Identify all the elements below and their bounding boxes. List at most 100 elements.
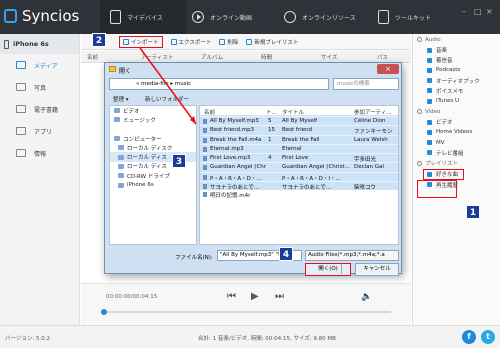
device-name: iPhone 6s <box>13 40 49 48</box>
iphone-icon <box>4 39 9 49</box>
column-header[interactable]: パス <box>377 53 388 61</box>
device-header[interactable]: iPhone 6s <box>0 34 79 54</box>
facebook-icon[interactable]: f <box>462 330 476 344</box>
delete-label: 削除 <box>227 39 239 46</box>
rp-item-mv[interactable]: MV <box>413 138 500 148</box>
sidebar-item-info[interactable]: 情報 <box>0 142 79 164</box>
import-icon <box>123 38 129 45</box>
rp-item-home-videos[interactable]: Home Videos <box>413 127 500 137</box>
nav-toolkit[interactable]: ツールキット <box>378 0 448 34</box>
audio-file-icon <box>203 192 207 198</box>
column-header[interactable]: サイズ <box>321 53 337 61</box>
file-row[interactable]: サヨナラのあとで... サヨナラのあとで... 柴咲コウ <box>200 181 398 191</box>
dialog-command-bar: 整理 ▾ 新しいフォルダー <box>109 93 399 104</box>
column-header[interactable]: 時間 <box>261 53 272 61</box>
nav-tree-label: ミュージック <box>123 117 156 124</box>
maximize-icon[interactable]: □ <box>474 8 482 16</box>
file-cell-artist: Laura Welsh <box>354 136 388 143</box>
address-bar[interactable]: « media-file ▸ music <box>109 78 329 90</box>
import-button[interactable]: インポート <box>119 35 163 48</box>
audio-file-icon <box>203 137 207 143</box>
export-button[interactable]: エクスポート <box>170 38 211 46</box>
file-row[interactable]: Guardian Angel (Chr... Guardian Angel (Ch… <box>200 162 398 172</box>
highlight-playlist <box>417 180 457 198</box>
rp-item-tv-shows[interactable]: テレビ番組 <box>413 148 500 158</box>
organize-button[interactable]: 整理 ▾ <box>113 95 129 103</box>
nav-tree-item[interactable]: コンピューター <box>110 134 196 143</box>
itunes-u-icon <box>427 98 432 104</box>
volume-icon[interactable]: 🔈 <box>361 292 372 302</box>
nav-tree-item[interactable]: iPhone 6s <box>110 180 196 189</box>
computer-icon <box>114 136 120 142</box>
play-button-icon[interactable]: ▶ <box>251 292 261 302</box>
playlist-section-header[interactable]: プレイリスト <box>413 158 500 169</box>
twitter-icon[interactable]: t <box>481 330 495 344</box>
rp-item-audiobooks[interactable]: オーディオブック <box>413 76 500 86</box>
next-icon[interactable]: ⏭ <box>275 292 285 302</box>
nav-tree-item[interactable]: ローカル ディスク <box>110 143 196 152</box>
column-header[interactable]: 名前 <box>204 108 215 116</box>
new-playlist-label: 新規プレイリスト <box>254 39 299 46</box>
file-row[interactable]: P・A・R・A・D・... P・A・R・A・D・I・... <box>200 171 398 182</box>
rp-item-music[interactable]: 音楽 <box>413 45 500 55</box>
file-row[interactable]: Eternal.mp3 Eternal <box>200 143 398 154</box>
nav-tree-label: iPhone 6s <box>127 182 154 189</box>
video-folder-icon <box>114 108 120 114</box>
sidebar-item-media[interactable]: メディア <box>0 54 79 76</box>
nav-tree-item[interactable]: CD-RW ドライブ <box>110 171 196 180</box>
audio-section-header[interactable]: Audio <box>413 34 500 45</box>
nav-my-device[interactable]: マイデバイス <box>100 0 186 34</box>
new-playlist-button[interactable]: 新規プレイリスト <box>246 38 298 46</box>
toolkit-icon <box>378 10 389 24</box>
file-row[interactable]: First Love.mp3 4 First Love 宇多田光 <box>200 153 398 163</box>
file-row[interactable]: Best friend.mp3 15 Best friend ファンキーモン <box>200 125 398 135</box>
rp-item-favorites[interactable]: 好きな曲 <box>423 168 464 180</box>
voice-memo-icon <box>427 88 432 94</box>
nav-online-video[interactable]: オンライン動画 <box>192 0 278 34</box>
delete-button[interactable]: 削除 <box>219 38 238 46</box>
cancel-button[interactable]: キャンセル <box>355 263 399 276</box>
audio-file-icon <box>203 156 207 162</box>
sidebar-item-photos[interactable]: 写真 <box>0 76 79 98</box>
nav-online-resources-label: オンラインリソース <box>302 14 356 22</box>
chevron-down-icon[interactable] <box>341 264 350 274</box>
rp-item-label: 音楽 <box>436 48 448 55</box>
column-header[interactable]: アルバム <box>201 53 223 61</box>
video-section-label: Video <box>425 108 441 115</box>
file-row[interactable]: 明日の記憶.m4r <box>200 190 398 199</box>
file-cell-track: 15 <box>268 127 275 134</box>
rp-item-videos[interactable]: ビデオ <box>413 117 500 127</box>
minimize-icon[interactable]: – <box>462 8 470 16</box>
open-file-dialog: 開く × « media-file ▸ music musicの検索 整理 ▾ … <box>104 62 402 276</box>
column-header[interactable]: タイトル <box>282 108 304 116</box>
sidebar-item-apps[interactable]: アプリ <box>0 120 79 142</box>
file-cell-title: Guardian Angel (Christ... <box>282 164 350 171</box>
rp-item-voice-memos[interactable]: ボイスメモ <box>413 86 500 96</box>
column-header[interactable]: 名前 <box>87 53 98 61</box>
rp-item-itunes-u[interactable]: iTunes U <box>413 96 500 106</box>
search-input[interactable]: musicの検索 <box>333 78 399 90</box>
close-icon[interactable]: × <box>486 8 494 16</box>
file-row[interactable]: All By Myself.mp3 5 All By Myself Céline Di… <box>200 116 398 126</box>
rp-item-ringtones[interactable]: 着信音 <box>413 55 500 65</box>
progress-knob[interactable] <box>101 309 107 315</box>
sidebar-item-ebooks[interactable]: 電子書籍 <box>0 98 79 120</box>
new-folder-button[interactable]: 新しいフォルダー <box>145 95 189 103</box>
nav-tree-item[interactable]: ミュージック <box>110 115 196 124</box>
dialog-close-button[interactable]: × <box>377 64 399 74</box>
filetype-select[interactable]: Audio Files(*.mp3;*.m4a;*.a <box>305 250 399 261</box>
file-row[interactable]: Break the Fall.m4a 1 Break the Fall Laura W… <box>200 134 398 144</box>
progress-slider[interactable] <box>101 309 391 315</box>
column-header[interactable]: ト... <box>266 108 277 116</box>
open-button[interactable]: 開く(O) <box>305 263 351 276</box>
sidebar-item-label: 電子書籍 <box>34 106 59 114</box>
rp-item-label: ボイスメモ <box>436 88 464 95</box>
column-header[interactable]: 参加アーティ... <box>354 108 392 116</box>
nav-online-resources[interactable]: オンラインリソース <box>284 0 374 34</box>
column-header[interactable]: アーティスト <box>141 53 173 61</box>
ringtone-icon <box>427 57 432 63</box>
previous-icon[interactable]: ⏮ <box>227 292 237 302</box>
nav-tree-item[interactable]: ビデオ <box>110 106 196 115</box>
rp-item-podcasts[interactable]: Podcasts <box>413 65 500 75</box>
video-section-header[interactable]: Video <box>413 106 500 117</box>
